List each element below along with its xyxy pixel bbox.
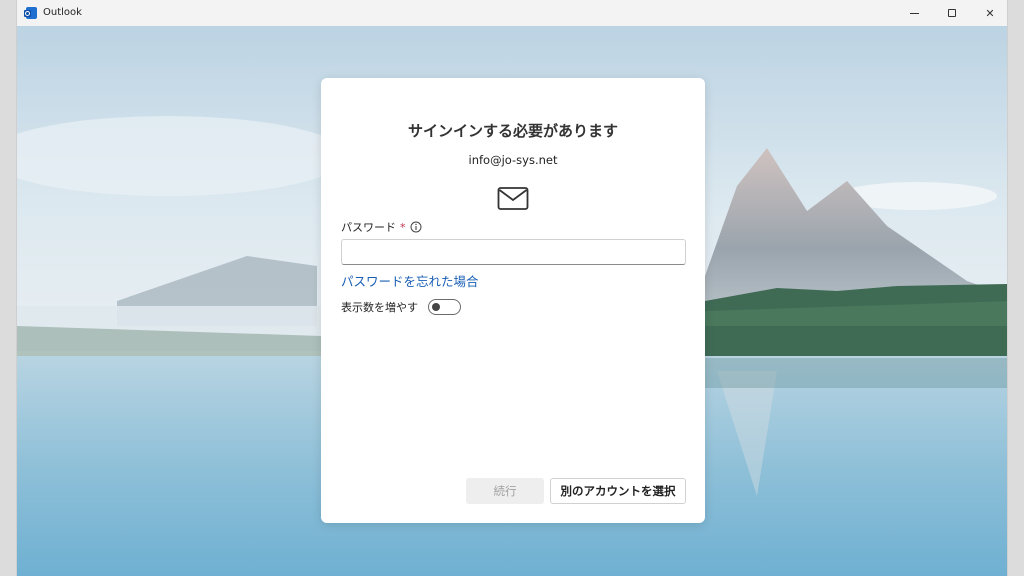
title-bar: Outlook ✕ xyxy=(17,0,1007,26)
minimize-icon xyxy=(909,12,919,14)
outlook-app-icon xyxy=(24,7,37,19)
show-more-label: 表示数を増やす xyxy=(341,301,418,314)
required-asterisk: * xyxy=(400,220,406,234)
toggle-knob xyxy=(432,303,440,311)
close-button[interactable]: ✕ xyxy=(971,0,1007,26)
dialog-title: サインインする必要があります xyxy=(407,122,618,140)
info-icon[interactable] xyxy=(410,221,422,233)
password-input[interactable] xyxy=(341,239,686,265)
maximize-button[interactable] xyxy=(933,0,971,26)
choose-other-account-button[interactable]: 別のアカウントを選択 xyxy=(550,478,686,504)
password-label: パスワード xyxy=(341,221,396,234)
show-more-row: 表示数を増やす xyxy=(341,299,461,315)
maximize-icon xyxy=(948,9,956,17)
main-content: サインインする必要があります info@jo-sys.net パスワード * パ… xyxy=(17,26,1007,576)
account-email: info@jo-sys.net xyxy=(468,153,558,167)
forgot-password-link[interactable]: パスワードを忘れた場合 xyxy=(341,271,479,290)
password-label-row: パスワード * xyxy=(341,219,422,235)
minimize-button[interactable] xyxy=(895,0,933,26)
window-title: Outlook xyxy=(43,7,82,18)
close-icon: ✕ xyxy=(985,6,995,20)
mail-icon xyxy=(497,187,529,210)
show-more-toggle[interactable] xyxy=(428,299,461,315)
outlook-window: Outlook ✕ サインインする必要があります info@jo-sys.net… xyxy=(16,0,1008,576)
sign-in-dialog: サインインする必要があります info@jo-sys.net パスワード * パ… xyxy=(321,78,705,523)
continue-button[interactable]: 続行 xyxy=(466,478,544,504)
